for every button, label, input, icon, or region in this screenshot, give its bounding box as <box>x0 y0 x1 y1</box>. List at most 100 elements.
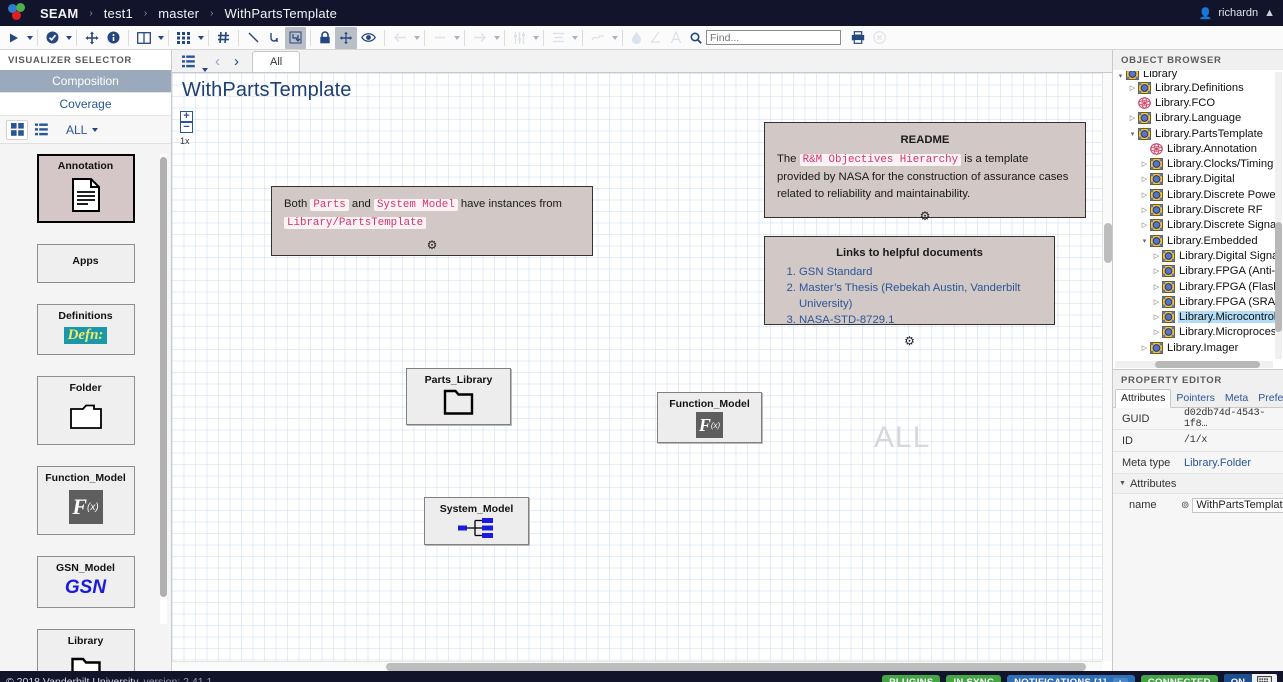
breadcrumb-branch[interactable]: master <box>158 6 199 21</box>
palette-scrollbar[interactable] <box>160 154 167 624</box>
chevron-right-icon[interactable]: ▷ <box>1151 298 1162 306</box>
tree-node[interactable]: ▷ Library.Clocks/Timing <box>1113 156 1275 171</box>
arrow-left-icon[interactable] <box>389 27 411 49</box>
palette-filter-caret-icon[interactable] <box>92 127 99 132</box>
tree-vscrollbar[interactable] <box>1275 72 1282 359</box>
visualizer-item-coverage[interactable]: Coverage <box>0 93 171 116</box>
nav-forward-icon[interactable]: › <box>227 52 246 72</box>
palette-item-annotation[interactable]: Annotation <box>36 154 135 223</box>
tree-node[interactable]: ▷ Library.Language <box>1113 111 1275 126</box>
tree-node[interactable]: ▷ Library.FPGA (Flash) <box>1113 279 1275 294</box>
palette-item-function-model[interactable]: Function_Model F (x) <box>36 466 135 535</box>
tree-node[interactable]: ▷ Library.Microprocessor <box>1113 325 1275 340</box>
tree-node[interactable]: ▷ Library.Imager <box>1113 340 1275 355</box>
zoom-out-button[interactable]: − <box>180 122 193 133</box>
note-settings-gear-icon[interactable]: ⚙ <box>777 208 1073 225</box>
breadcrumb-seam[interactable]: SEAM <box>40 6 78 21</box>
find-input[interactable] <box>706 30 841 45</box>
canvas-hscrollbar[interactable] <box>172 661 1102 671</box>
note-settings-gear-icon[interactable]: ⚙ <box>777 333 1042 350</box>
tab-attributes[interactable]: Attributes <box>1115 389 1172 408</box>
parts-note[interactable]: Both Parts and System Model have instanc… <box>271 186 593 256</box>
chevron-right-icon[interactable]: ▷ <box>1127 114 1138 122</box>
reset-attribute-icon[interactable]: ⊚ <box>1181 500 1189 511</box>
notifications-badge[interactable]: NOTIFICATIONS [1] ▲ <box>1007 674 1135 682</box>
tab-preferences[interactable]: Preferences <box>1253 390 1283 407</box>
list-item[interactable]: NASA-STD-8729.1 <box>799 312 1042 328</box>
printer-icon[interactable] <box>847 27 869 49</box>
tree-node[interactable]: ▷ Library.Discrete Signal <box>1113 218 1275 233</box>
check-circle-icon[interactable] <box>42 27 63 49</box>
tree-node[interactable]: ▷ Library.Digital <box>1113 172 1275 187</box>
chevron-right-icon[interactable]: ▷ <box>1151 267 1162 275</box>
plugins-badge[interactable]: PLUGINS <box>882 674 941 682</box>
minus-dropdown-caret-icon[interactable] <box>454 35 460 40</box>
eye-icon[interactable] <box>357 27 380 49</box>
chevron-down-icon[interactable]: ▾ <box>1115 72 1126 80</box>
move-icon[interactable] <box>81 27 103 49</box>
tree-node[interactable]: ▷ Library.Definitions <box>1113 80 1275 95</box>
angle-icon[interactable] <box>646 27 666 49</box>
sliders-icon[interactable] <box>509 27 530 49</box>
tab-meta[interactable]: Meta <box>1220 390 1253 407</box>
chevron-right-icon[interactable]: ▷ <box>1139 221 1150 229</box>
routing-icon[interactable] <box>285 26 306 49</box>
font-icon[interactable] <box>666 27 686 49</box>
chevron-down-icon[interactable]: ▾ <box>1139 237 1150 245</box>
chevron-right-icon[interactable]: ▷ <box>1151 283 1162 291</box>
diagonal-line-icon[interactable] <box>243 27 264 49</box>
palette-item-apps[interactable]: Apps <box>36 244 135 283</box>
attribute-name-input[interactable] <box>1192 497 1283 513</box>
elbow-connector-icon[interactable] <box>264 27 285 49</box>
connected-badge[interactable]: CONNECTED <box>1140 674 1218 682</box>
breadcrumb-node[interactable]: WithPartsTemplate <box>225 6 338 21</box>
clear-icon[interactable] <box>869 27 890 49</box>
palette-filter-label[interactable]: ALL <box>66 123 87 137</box>
list-menu-icon[interactable] <box>178 50 199 72</box>
tree-node[interactable]: ▾ Library.PartsTemplate <box>1113 126 1275 141</box>
run-icon[interactable] <box>4 27 24 49</box>
header-user-area[interactable]: 👤 richardn ▲ <box>1199 7 1275 20</box>
in-sync-badge[interactable]: IN SYNC <box>946 674 1002 682</box>
readme-note[interactable]: README The R&M Objectives Hierarchy is a… <box>764 122 1086 223</box>
tree-node[interactable]: ▾ Library <box>1113 71 1275 80</box>
list-item[interactable]: GSN Standard <box>799 264 1042 280</box>
links-note[interactable]: Links to helpful documents GSN Standard … <box>764 236 1055 348</box>
chevron-right-icon[interactable]: ▷ <box>1139 191 1150 199</box>
hash-icon[interactable] <box>213 27 234 49</box>
chevron-right-icon[interactable]: ▷ <box>1151 328 1162 336</box>
node-parts-library[interactable]: Parts_Library <box>406 368 511 425</box>
chevron-right-icon[interactable]: ▷ <box>1139 344 1150 352</box>
tab-all[interactable]: All <box>252 51 301 72</box>
palette-item-definitions[interactable]: Definitions Defn: <box>36 304 135 355</box>
back-dropdown-caret-icon[interactable] <box>414 35 420 40</box>
curve-dropdown-caret-icon[interactable] <box>612 35 618 40</box>
node-function-model[interactable]: Function_Model F (x) <box>657 392 762 443</box>
object-browser-tree[interactable]: ▾ Library ▷ Library.Definitions Library.FCO ▷… <box>1113 70 1275 360</box>
nav-back-icon[interactable]: ‹ <box>208 52 227 72</box>
info-circle-icon[interactable] <box>103 27 124 49</box>
palette-item-folder[interactable]: Folder <box>36 376 135 445</box>
pan-icon[interactable] <box>335 26 357 49</box>
chevron-right-icon[interactable]: ▷ <box>1139 175 1150 183</box>
chevron-right-icon[interactable]: ▷ <box>1151 313 1162 321</box>
tree-node[interactable]: ▷ Library.Discrete Power <box>1113 187 1275 202</box>
palette-item-library[interactable]: Library <box>36 629 135 671</box>
tree-node[interactable]: ▷ Library.Digital Signal Pr <box>1113 248 1275 263</box>
curve-icon[interactable] <box>587 27 609 49</box>
breadcrumb-project[interactable]: test1 <box>104 6 133 21</box>
chevron-right-icon[interactable]: ▷ <box>1127 84 1138 92</box>
tree-node[interactable]: ▷ Library.FPGA (Anti-fuse <box>1113 264 1275 279</box>
property-value[interactable]: /1/x <box>1184 435 1207 446</box>
sliders-dropdown-caret-icon[interactable] <box>533 35 539 40</box>
visualizer-item-composition[interactable]: Composition <box>0 70 171 93</box>
grid-view-icon[interactable] <box>6 119 28 140</box>
tree-node[interactable]: ▾ Library.Embedded <box>1113 233 1275 248</box>
note-settings-gear-icon[interactable]: ⚙ <box>284 237 580 254</box>
canvas-vscrollbar[interactable] <box>1102 73 1112 661</box>
tab-pointers[interactable]: Pointers <box>1171 390 1220 407</box>
tree-node[interactable]: ▷ Library.Microcontroller <box>1113 309 1275 324</box>
arrow-right-icon[interactable] <box>469 27 491 49</box>
grid-dropdown-caret-icon[interactable] <box>198 35 204 40</box>
diagram-canvas[interactable]: WithPartsTemplate + − 1x ALL Both Parts … <box>172 73 1102 661</box>
